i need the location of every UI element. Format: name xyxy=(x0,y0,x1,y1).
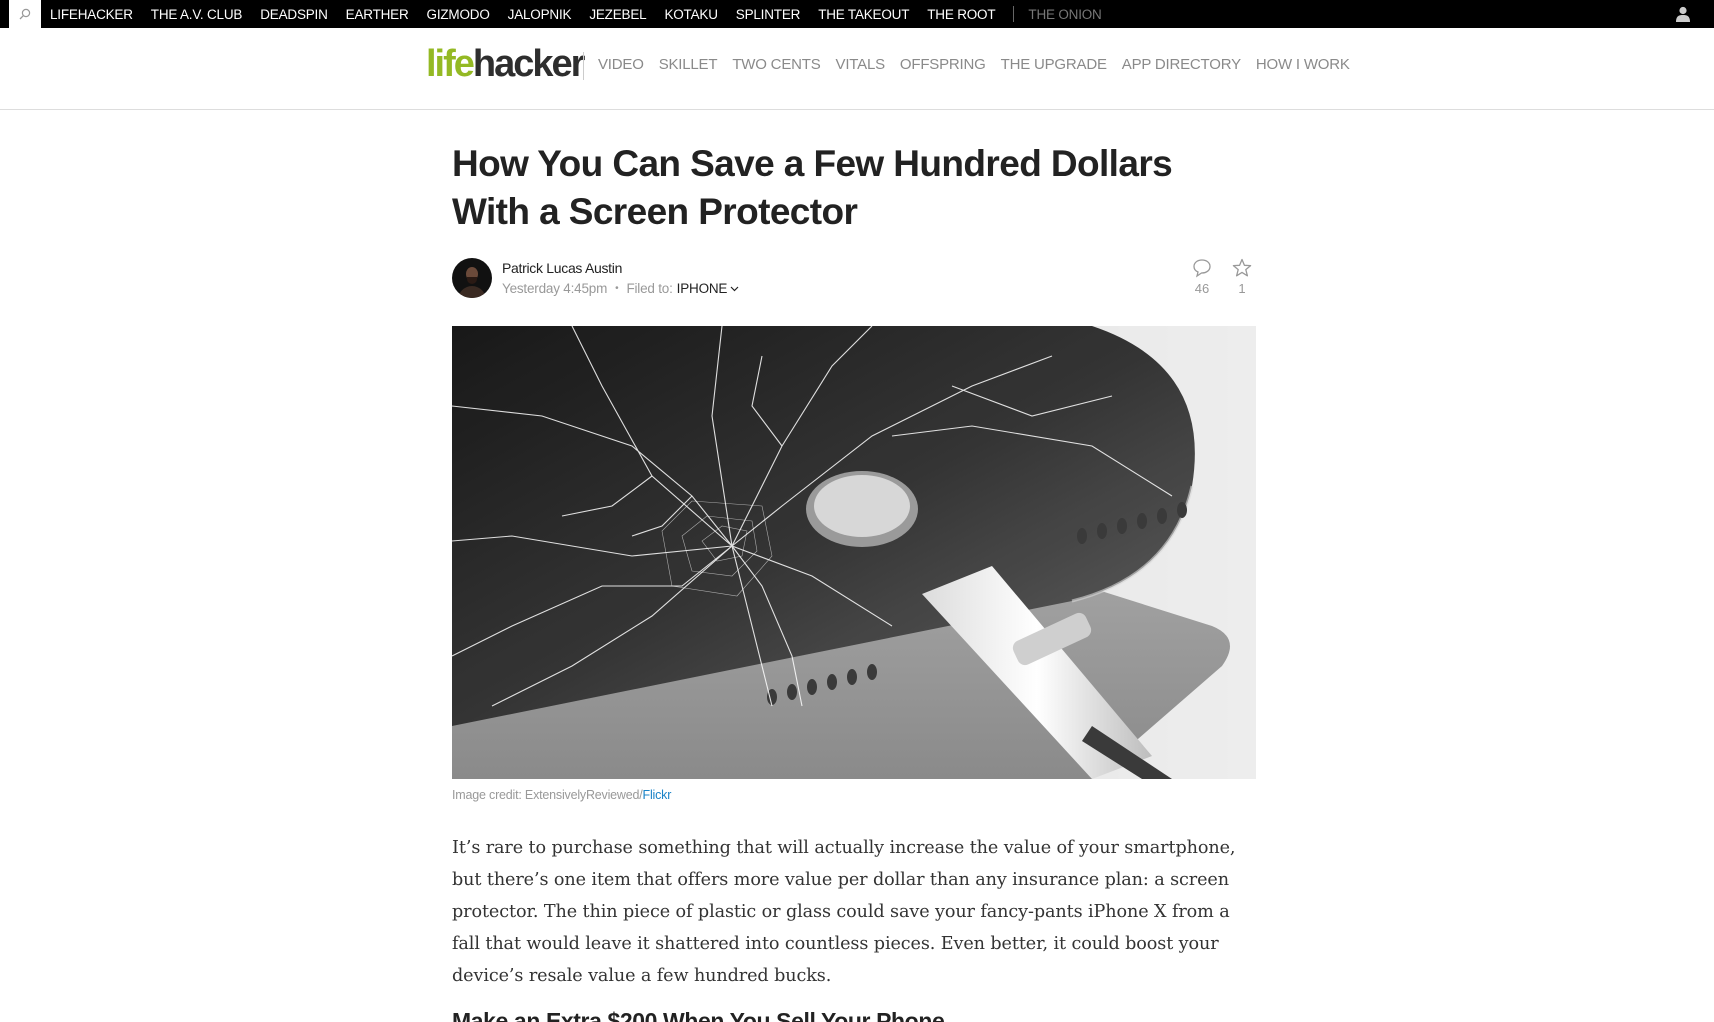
section-nav: VIDEO SKILLET TWO CENTS VITALS OFFSPRING THE … xyxy=(598,56,1365,73)
logo-life: life xyxy=(426,43,475,85)
cracked-phone-illustration xyxy=(452,326,1256,779)
lifehacker-logo[interactable]: life hacker xyxy=(426,43,586,85)
publish-time[interactable]: Yesterday 4:45pm xyxy=(502,281,607,296)
author-name[interactable]: Patrick Lucas Austin xyxy=(502,260,622,276)
network-search-button[interactable] xyxy=(9,0,41,28)
author-avatar[interactable] xyxy=(452,258,492,298)
star-icon xyxy=(1232,258,1252,277)
comment-bubble-icon xyxy=(1193,259,1211,278)
article-subheading: Make an Extra $200 When You Sell Your Ph… xyxy=(452,1008,945,1022)
section-link-app-directory[interactable]: APP DIRECTORY xyxy=(1122,56,1241,73)
network-separator xyxy=(1013,6,1015,22)
network-link-earther[interactable]: EARTHER xyxy=(346,7,409,22)
section-link-the-upgrade[interactable]: THE UPGRADE xyxy=(1001,56,1107,73)
network-link-the-takeout[interactable]: THE TAKEOUT xyxy=(818,7,909,22)
tag-label: IPHONE xyxy=(676,281,728,296)
recommend-button[interactable]: 1 xyxy=(1227,258,1257,296)
filed-to-label: Filed to: xyxy=(626,281,673,296)
image-credit: Image credit: ExtensivelyReviewed/Flickr xyxy=(452,788,671,802)
section-link-video[interactable]: VIDEO xyxy=(598,56,644,73)
comment-count: 46 xyxy=(1194,281,1210,296)
network-link-the-onion[interactable]: THE ONION xyxy=(1028,7,1101,22)
comments-button[interactable]: 46 xyxy=(1187,258,1217,296)
article-paragraph: It’s rare to purchase something that wil… xyxy=(452,838,1236,986)
hero-image[interactable] xyxy=(452,326,1256,779)
network-link-gizmodo[interactable]: GIZMODO xyxy=(427,7,490,22)
section-link-two-cents[interactable]: TWO CENTS xyxy=(732,56,820,73)
search-icon xyxy=(19,8,31,20)
logo-hacker: hacker xyxy=(472,43,586,85)
network-bar: LIFEHACKER THE A.V. CLUB DEADSPIN EARTHER GI… xyxy=(0,0,1714,28)
section-link-vitals[interactable]: VITALS xyxy=(836,56,886,73)
network-site-list: LIFEHACKER THE A.V. CLUB DEADSPIN EARTHER GI… xyxy=(50,0,1120,28)
network-link-kotaku[interactable]: KOTAKU xyxy=(664,7,718,22)
section-link-offspring[interactable]: OFFSPRING xyxy=(900,56,986,73)
section-link-how-i-work[interactable]: HOW I WORK xyxy=(1256,56,1350,73)
article-meta: Patrick Lucas Austin Yesterday 4:45pm • … xyxy=(452,258,1260,302)
article-headline: How You Can Save a Few Hundred Dollars W… xyxy=(452,143,1173,232)
image-credit-link[interactable]: Flickr xyxy=(643,788,672,802)
article: How You Can Save a Few Hundred Dollars W… xyxy=(452,140,1260,1022)
network-link-the-a-v-club[interactable]: THE A.V. CLUB xyxy=(151,7,243,22)
site-header: life hacker VIDEO SKILLET TWO CENTS VITALS OF… xyxy=(0,28,1714,110)
tag-link[interactable]: IPHONE xyxy=(677,281,740,296)
section-link-skillet[interactable]: SKILLET xyxy=(659,56,718,73)
dateline-separator: • xyxy=(615,283,619,294)
network-link-jalopnik[interactable]: JALOPNIK xyxy=(508,7,572,22)
network-link-lifehacker[interactable]: LIFEHACKER xyxy=(50,7,133,22)
like-count: 1 xyxy=(1238,281,1246,296)
network-link-jezebel[interactable]: JEZEBEL xyxy=(589,7,646,22)
network-link-splinter[interactable]: SPLINTER xyxy=(736,7,801,22)
network-link-the-root[interactable]: THE ROOT xyxy=(927,7,995,22)
dateline: Yesterday 4:45pm • Filed to: IPHONE xyxy=(502,281,739,296)
image-credit-text: Image credit: ExtensivelyReviewed/ xyxy=(452,788,643,802)
chevron-down-icon xyxy=(730,286,739,291)
header-divider xyxy=(583,52,584,80)
avatar-beard xyxy=(467,277,477,284)
avatar-shoulders xyxy=(458,286,486,298)
network-link-deadspin[interactable]: DEADSPIN xyxy=(260,7,328,22)
user-account-icon[interactable] xyxy=(1675,6,1691,22)
